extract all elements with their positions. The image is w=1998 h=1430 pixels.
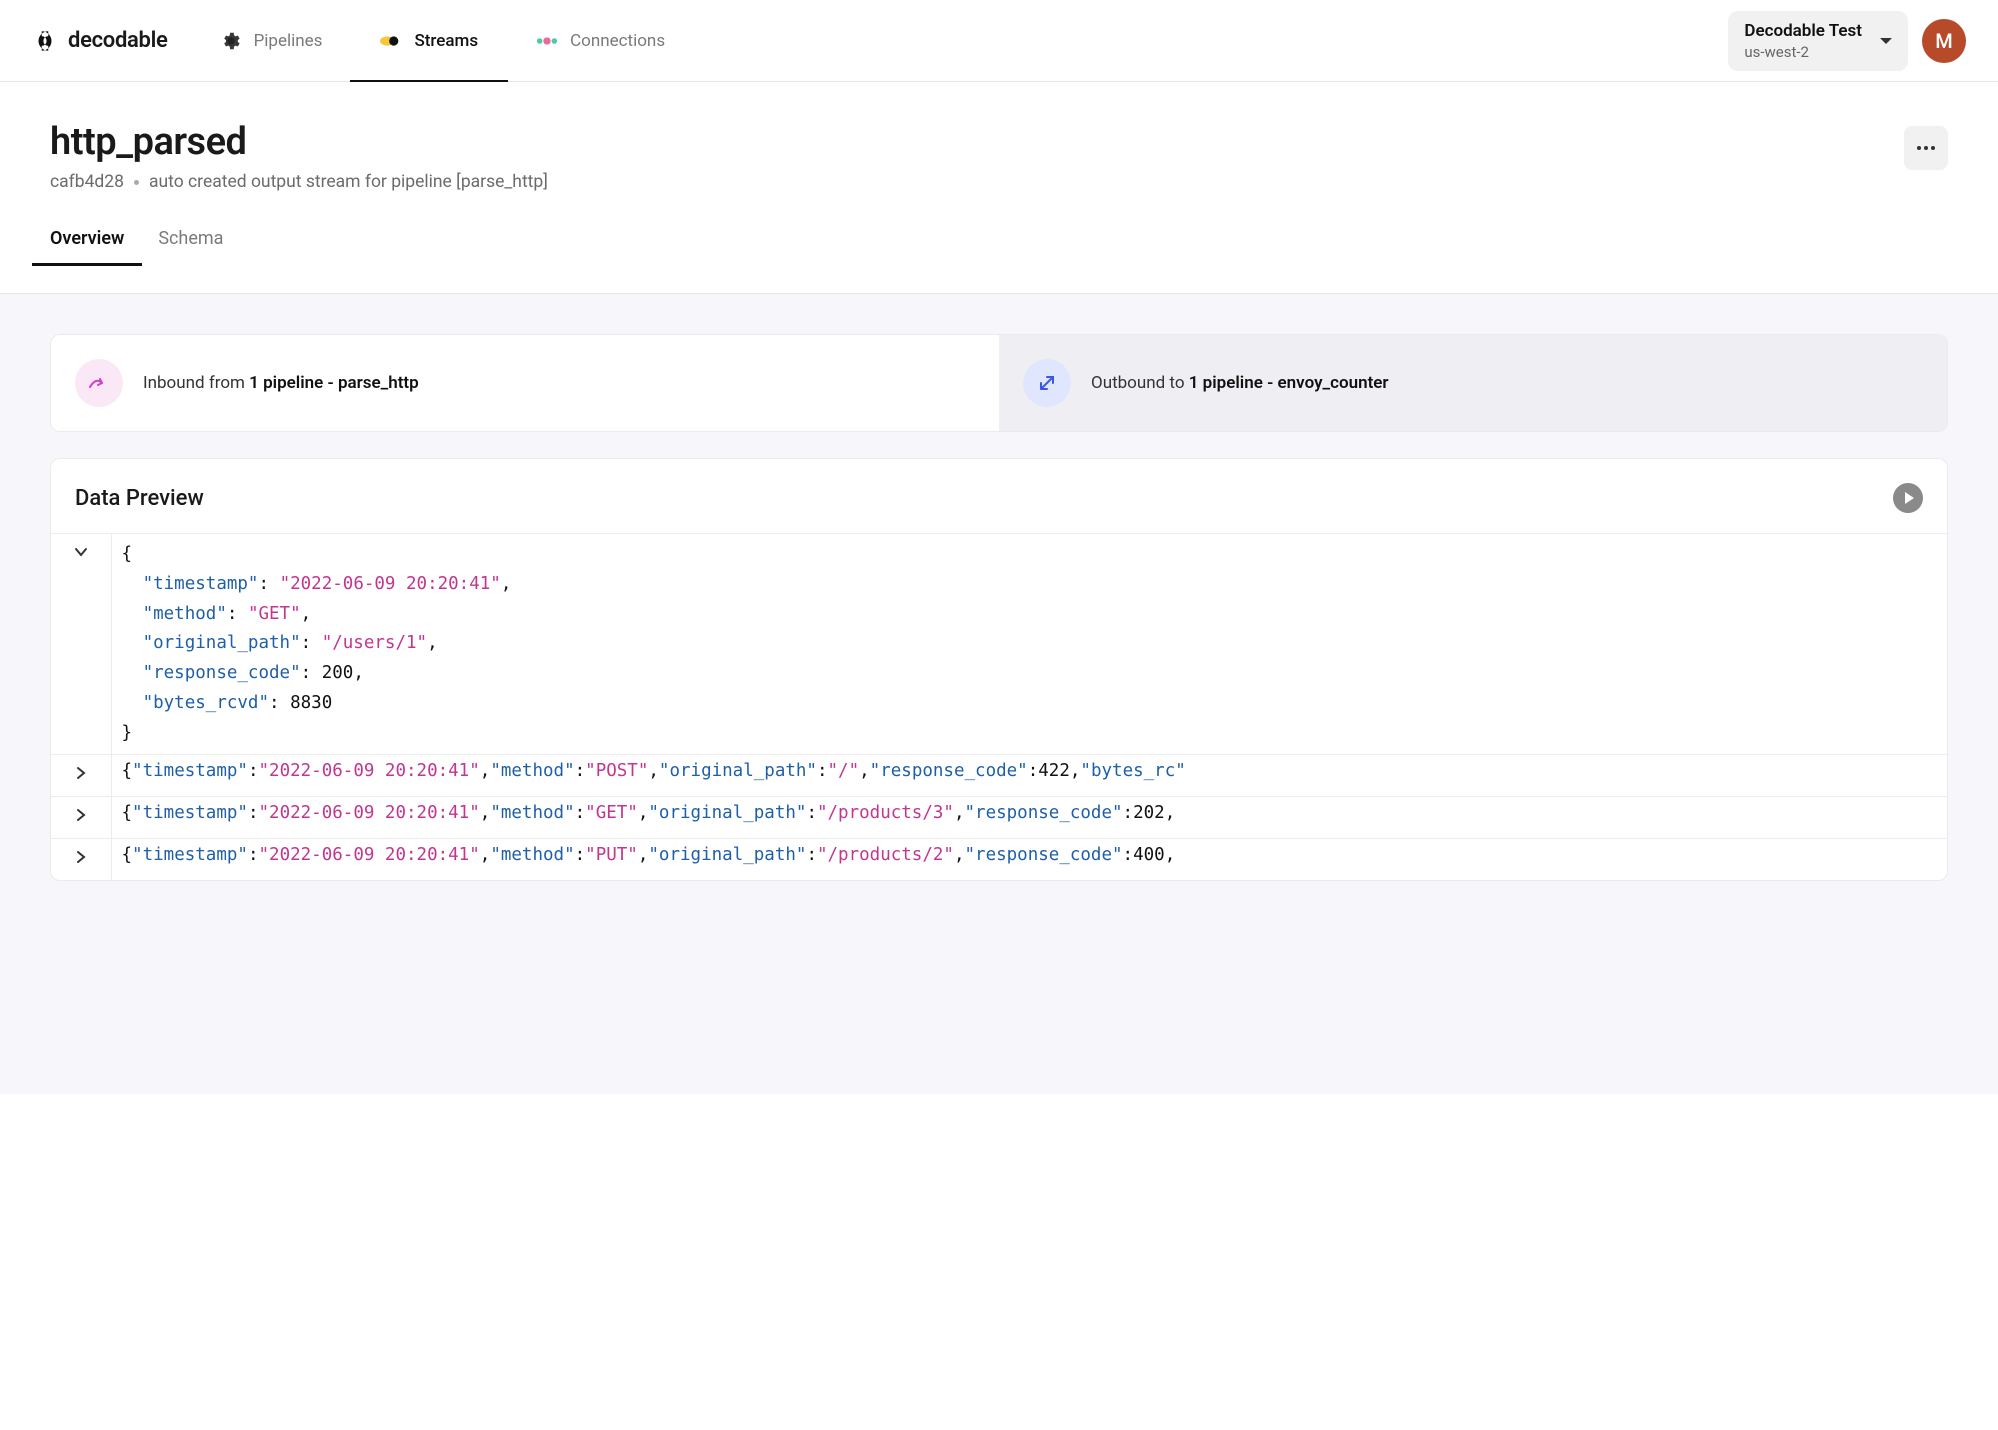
gear-icon (220, 30, 242, 52)
data-preview-title: Data Preview (75, 486, 204, 511)
collapse-toggle[interactable] (51, 534, 111, 755)
tabs: Overview Schema (50, 228, 1948, 265)
preview-row: {"timestamp":"2022-06-09 20:20:41","meth… (51, 797, 1947, 839)
account-switcher[interactable]: Decodable Test us-west-2 (1728, 11, 1908, 71)
json-cell: {"timestamp":"2022-06-09 20:20:41","meth… (111, 797, 1947, 839)
io-summary: Inbound from 1 pipeline - parse_http Out… (50, 334, 1948, 432)
preview-row: { "timestamp": "2022-06-09 20:20:41", "m… (51, 534, 1947, 755)
json-cell: {"timestamp":"2022-06-09 20:20:41","meth… (111, 755, 1947, 797)
connection-icon (536, 30, 558, 52)
inbound-arrow-icon (75, 359, 123, 407)
preview-row: {"timestamp":"2022-06-09 20:20:41","meth… (51, 839, 1947, 881)
inbound-card[interactable]: Inbound from 1 pipeline - parse_http (51, 335, 999, 431)
nav-item-connections[interactable]: Connections (530, 0, 671, 82)
page-title: http_parsed (50, 120, 548, 164)
data-preview-card: Data Preview { "timestamp": "2022-06-09 … (50, 458, 1948, 881)
tab-schema[interactable]: Schema (158, 228, 223, 265)
decodable-logo-icon (32, 28, 58, 54)
nav-label: Streams (414, 31, 478, 51)
outbound-card[interactable]: Outbound to 1 pipeline - envoy_counter (999, 335, 1947, 431)
nav-label: Connections (570, 31, 665, 51)
nav-item-pipelines[interactable]: Pipelines (214, 0, 329, 82)
chevron-down-icon (1880, 38, 1892, 44)
avatar[interactable]: M (1922, 19, 1966, 63)
stream-icon (380, 30, 402, 52)
page-subtitle: cafb4d28 auto created output stream for … (50, 172, 548, 192)
outbound-arrow-icon (1023, 359, 1071, 407)
tab-overview[interactable]: Overview (50, 228, 124, 265)
preview-row: {"timestamp":"2022-06-09 20:20:41","meth… (51, 755, 1947, 797)
main-nav: Pipelines Streams Connections (214, 0, 672, 82)
data-preview-table: { "timestamp": "2022-06-09 20:20:41", "m… (51, 533, 1947, 880)
expand-toggle[interactable] (51, 797, 111, 839)
expand-toggle[interactable] (51, 755, 111, 797)
json-cell: {"timestamp":"2022-06-09 20:20:41","meth… (111, 839, 1947, 881)
json-cell: { "timestamp": "2022-06-09 20:20:41", "m… (111, 534, 1947, 755)
content: Inbound from 1 pipeline - parse_http Out… (0, 294, 1998, 1094)
nav-item-streams[interactable]: Streams (374, 0, 484, 82)
account-text: Decodable Test us-west-2 (1744, 21, 1862, 61)
play-button[interactable] (1893, 483, 1923, 513)
nav-label: Pipelines (254, 31, 323, 51)
page-header: http_parsed cafb4d28 auto created output… (0, 82, 1998, 294)
expand-toggle[interactable] (51, 839, 111, 881)
more-actions-button[interactable] (1904, 126, 1948, 170)
brand-logo[interactable]: decodable (32, 28, 168, 54)
top-bar: decodable Pipelines Streams Connections … (0, 0, 1998, 82)
